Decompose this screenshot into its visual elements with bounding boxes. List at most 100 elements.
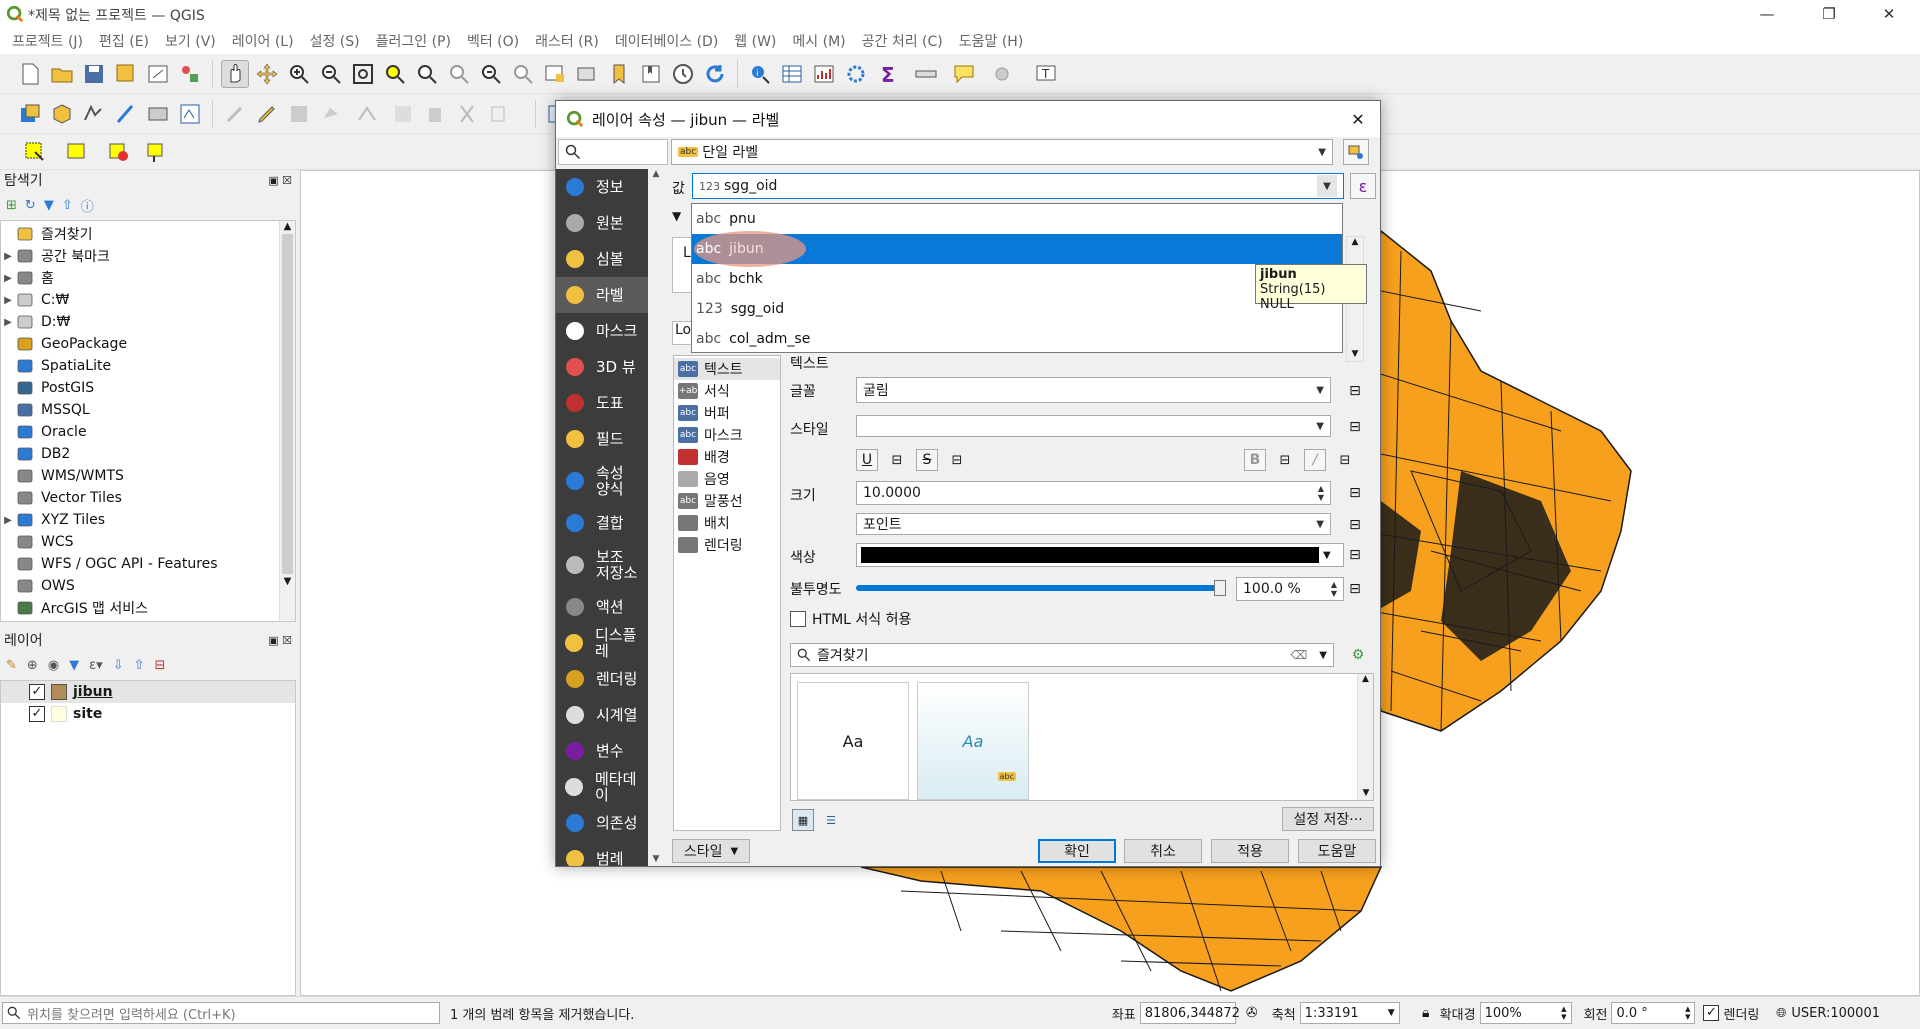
apply-button[interactable]: 적용 [1211, 839, 1289, 863]
browser-item[interactable]: WMS/WMTS [1, 465, 295, 487]
nav-scrollbar[interactable]: ▲ ▼ [648, 169, 664, 866]
copy-features-icon[interactable] [485, 100, 513, 128]
subtree-item[interactable]: 음영 [674, 468, 780, 490]
nav-item[interactable]: 디스플레 [556, 625, 648, 661]
data-defined-override-icon[interactable]: ⊟ [1343, 577, 1367, 601]
open-project-icon[interactable] [48, 60, 76, 88]
expand-arrow-icon[interactable]: ▶ [1, 515, 15, 526]
nav-item[interactable]: 결합 [556, 505, 648, 541]
browser-item[interactable]: ▶ 홈 [1, 267, 295, 289]
nav-item[interactable]: 원본 [556, 205, 648, 241]
save-settings-button[interactable]: 설정 저장··· [1282, 807, 1374, 831]
field-option[interactable]: abc col_adm_se [692, 324, 1342, 354]
coordinate-field[interactable]: 81806,344872 [1139, 1002, 1240, 1024]
nav-item[interactable]: 마스크 [556, 313, 648, 349]
list-view-icon[interactable]: ☰ [820, 809, 842, 831]
menu-help[interactable]: 도움말 (H) [959, 31, 1024, 51]
spin-arrows-icon[interactable]: ▲ ▼ [1318, 484, 1324, 502]
browser-item[interactable]: ▶ C:₩ [1, 289, 295, 311]
save-layer-edits-icon[interactable] [285, 100, 313, 128]
browser-item[interactable]: Oracle [1, 421, 295, 443]
modify-attributes-icon[interactable] [389, 100, 417, 128]
pan-icon[interactable] [221, 59, 249, 88]
html-checkbox[interactable] [790, 611, 806, 627]
new-virtual-layer-icon[interactable] [144, 100, 172, 128]
italic-button[interactable]: / [1304, 449, 1326, 471]
add-selected-icon[interactable]: ⊞ [6, 198, 17, 213]
subtree-item[interactable]: +ab 서식 [674, 380, 780, 402]
lock-scale-icon[interactable]: 🔒︎ [1418, 1005, 1434, 1021]
nav-item[interactable]: 범례 [556, 841, 648, 866]
spin-arrows-icon[interactable]: ▲ ▼ [1331, 580, 1337, 598]
data-defined-override-icon[interactable]: ⊟ [1343, 379, 1367, 403]
subtree-item[interactable]: 배경 [674, 446, 780, 468]
new-spatialite-icon[interactable] [112, 100, 140, 128]
scale-combo[interactable]: 1:33191 ▼ [1299, 1002, 1400, 1024]
label-toolbar-button[interactable] [1343, 139, 1369, 165]
layer-checkbox[interactable]: ✓ [29, 684, 45, 700]
data-defined-override-icon[interactable]: ⊟ [1334, 449, 1356, 471]
layer-checkbox[interactable]: ✓ [29, 706, 45, 722]
close-window-button[interactable]: ✕ [1866, 0, 1912, 28]
underline-button[interactable]: U [856, 449, 878, 471]
nav-item[interactable]: 필드 [556, 421, 648, 457]
expand-arrow-icon[interactable]: ▶ [1, 251, 15, 262]
nav-item[interactable]: 메타데이 [556, 769, 648, 805]
menu-layer[interactable]: 레이어 (L) [232, 31, 294, 51]
zoom-last-icon[interactable] [477, 60, 505, 88]
expand-arrow-icon[interactable]: ▶ [1, 273, 15, 284]
pan-to-selection-icon[interactable] [253, 60, 281, 88]
layer-item-jibun[interactable]: ✓ jibun [1, 681, 295, 703]
filter-browser-icon[interactable]: ▼ [44, 198, 54, 213]
open-styling-icon[interactable]: ✎ [6, 658, 17, 673]
field-option[interactable]: abc bchk [692, 264, 1342, 294]
magnifier-spinbox[interactable]: 100% ▲ ▼ [1479, 1002, 1572, 1024]
add-group-icon[interactable]: ⊕ [27, 658, 38, 673]
label-mode-combo[interactable]: abc 단일 라벨 ▼ [671, 139, 1333, 165]
expand-arrow-icon[interactable]: ▶ [1, 295, 15, 306]
collapse-all-layers-icon[interactable]: ⇧ [134, 658, 145, 673]
locator-search[interactable]: 위치를 찾으려면 입력하세요 (Ctrl+K) [2, 1002, 440, 1024]
zoom-in-icon[interactable] [285, 60, 313, 88]
chevron-down-icon[interactable]: ▼ [1319, 650, 1327, 661]
menu-database[interactable]: 데이터베이스 (D) [615, 31, 718, 51]
color-button[interactable]: ▼ [856, 543, 1344, 567]
identify-icon[interactable]: i [746, 60, 774, 88]
nav-item[interactable]: 보조 저장소 [556, 541, 648, 589]
chevron-down-icon[interactable]: ▼ [1323, 550, 1331, 561]
delete-selected-icon[interactable] [421, 100, 449, 128]
cancel-button[interactable]: 취소 [1124, 839, 1202, 863]
field-option-selected[interactable]: abc jibun [692, 231, 1342, 267]
value-field-combo[interactable]: 123 sgg_oid ▼ [692, 173, 1344, 199]
vertex-tool-icon[interactable] [349, 100, 385, 128]
add-feature-icon[interactable] [317, 100, 345, 128]
expand-arrow-icon[interactable]: ▶ [1, 317, 15, 328]
manage-visibility-icon[interactable]: ◉ [48, 658, 59, 673]
menu-view[interactable]: 보기 (V) [165, 31, 216, 51]
subtree-item[interactable]: abc 말풍선 [674, 490, 780, 512]
menu-processing[interactable]: 공간 처리 (C) [862, 31, 943, 51]
browser-item[interactable]: ArcGIS 맵 서비스 [1, 597, 295, 619]
filter-expression-icon[interactable]: ε▾ [89, 658, 103, 673]
browser-item[interactable]: OWS [1, 575, 295, 597]
show-bookmarks-icon[interactable] [637, 60, 665, 88]
select-location-icon[interactable] [142, 138, 170, 166]
browser-scrollbar[interactable]: ▲ ▼ [279, 221, 295, 621]
chevron-down-icon[interactable]: ▼ [1317, 175, 1337, 197]
processing-toolbox-icon[interactable] [842, 60, 870, 88]
select-by-value-icon[interactable] [58, 138, 96, 166]
minimize-button[interactable]: — [1744, 0, 1790, 28]
nav-item[interactable]: 속성 양식 [556, 457, 648, 505]
cut-features-icon[interactable] [453, 100, 481, 128]
new-geopackage-icon[interactable] [48, 100, 76, 128]
subtree-item[interactable]: abc 텍스트 [674, 358, 780, 380]
refresh-icon[interactable] [701, 60, 729, 88]
browser-item[interactable]: ▶ XYZ Tiles [1, 509, 295, 531]
menu-vector[interactable]: 벡터 (O) [467, 31, 519, 51]
new-map-view-icon[interactable] [541, 60, 569, 88]
data-defined-override-icon[interactable]: ⊟ [886, 449, 908, 471]
zoom-full-icon[interactable] [349, 60, 377, 88]
collapse-arrow-icon[interactable]: ▼ [672, 209, 681, 223]
ok-button[interactable]: 확인 [1038, 839, 1116, 863]
icon-view-icon[interactable]: ▦ [792, 809, 814, 831]
